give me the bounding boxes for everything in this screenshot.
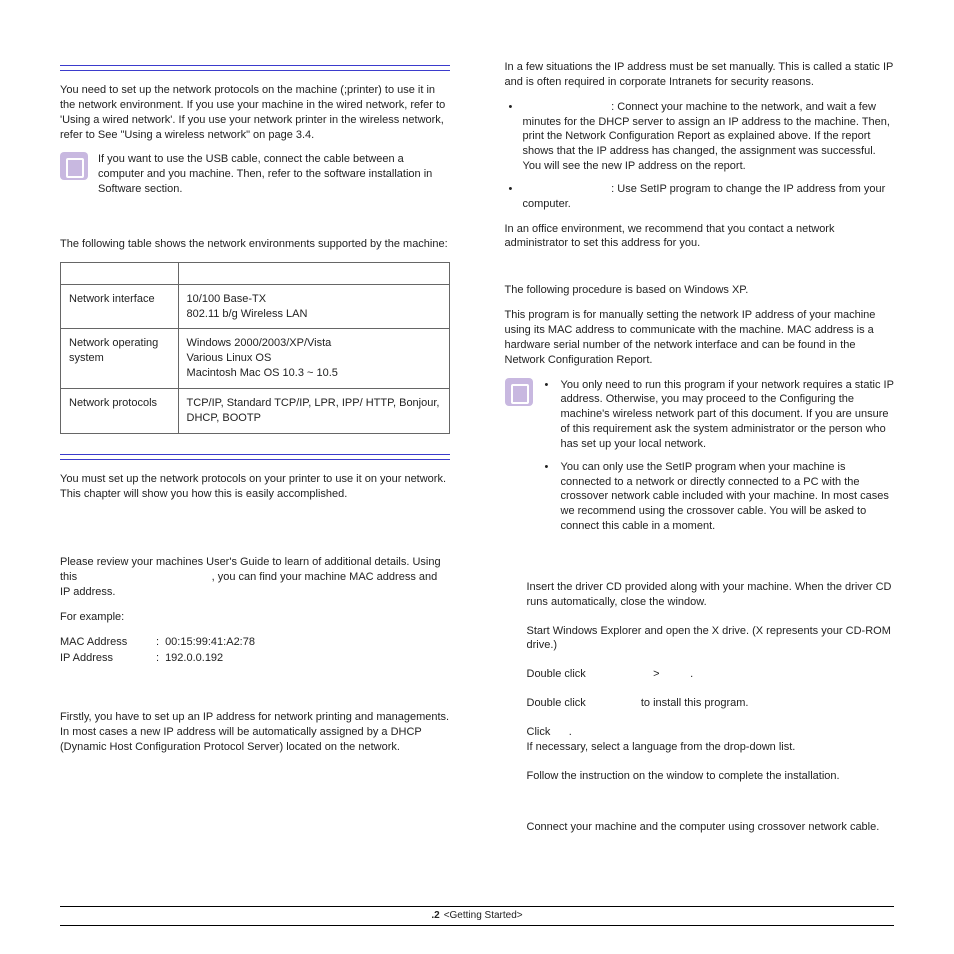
note-icon xyxy=(60,152,88,180)
rule-pair xyxy=(60,65,450,71)
note-icon xyxy=(505,378,533,406)
static-intro: In a few situations the IP address must … xyxy=(505,60,895,90)
note-box: If you want to use the USB cable, connec… xyxy=(60,152,450,197)
dhcp-text: Firstly, you have to set up an IP addres… xyxy=(60,710,450,755)
list-item: You only need to run this program if you… xyxy=(543,378,895,452)
connect-text: Connect your machine and the computer us… xyxy=(505,820,895,835)
spec-table: Network interface 10/100 Base-TX 802.11 … xyxy=(60,262,450,434)
left-column: You need to set up the network protocols… xyxy=(60,60,450,844)
desc-text: This program is for manually setting the… xyxy=(505,308,895,367)
rule-pair xyxy=(60,454,450,460)
footer-label: <Getting Started> xyxy=(444,909,523,923)
ip-row: IP Address:192.0.0.192 xyxy=(60,651,450,666)
wired-intro: You must set up the network protocols on… xyxy=(60,472,450,502)
step: Click . If necessary, select a language … xyxy=(505,725,895,755)
list-item: : Use SetIP program to change the IP add… xyxy=(505,182,895,212)
mac-row: MAC Address:00:15:99:41:A2:78 xyxy=(60,635,450,650)
table-row: Network operating system Windows 2000/20… xyxy=(61,329,450,389)
intro-text: You need to set up the network protocols… xyxy=(60,83,450,142)
table-row: Network protocols TCP/IP, Standard TCP/I… xyxy=(61,388,450,433)
note-box: You only need to run this program if you… xyxy=(505,378,895,542)
office-text: In an office environment, we recommend t… xyxy=(505,222,895,252)
list-item: : Connect your machine to the network, a… xyxy=(505,100,895,174)
step: Double click > . xyxy=(505,667,895,682)
list-item: You can only use the SetIP program when … xyxy=(543,460,895,534)
page-number: .2 xyxy=(431,909,439,923)
table-intro: The following table shows the network en… xyxy=(60,237,450,252)
proc-text: The following procedure is based on Wind… xyxy=(505,283,895,298)
right-column: In a few situations the IP address must … xyxy=(505,60,895,844)
ip-methods-list: : Connect your machine to the network, a… xyxy=(505,100,895,212)
step: Insert the driver CD provided along with… xyxy=(505,580,895,610)
for-example: For example: xyxy=(60,610,450,625)
step: Start Windows Explorer and open the X dr… xyxy=(505,624,895,654)
step: Double click to install this program. xyxy=(505,696,895,711)
note-text: If you want to use the USB cable, connec… xyxy=(98,152,450,197)
review-text: Please review your machines User's Guide… xyxy=(60,555,450,600)
step: Follow the instruction on the window to … xyxy=(505,769,895,784)
install-steps: Insert the driver CD provided along with… xyxy=(505,580,895,784)
table-row: Network interface 10/100 Base-TX 802.11 … xyxy=(61,284,450,329)
page-footer: .2 <Getting Started> xyxy=(60,906,894,926)
note-list: You only need to run this program if you… xyxy=(543,378,895,542)
